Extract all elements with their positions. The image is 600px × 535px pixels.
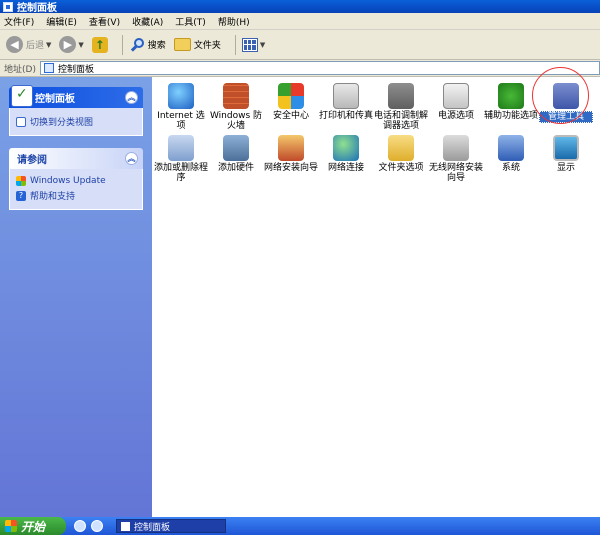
add-hardware-icon bbox=[223, 135, 249, 161]
switch-to-category-view-link[interactable]: 切换到分类视图 bbox=[16, 115, 136, 128]
forward-button[interactable]: ▶ ▼ bbox=[59, 36, 84, 53]
switch-view-icon bbox=[16, 116, 26, 127]
up-folder-icon: ↑ bbox=[91, 36, 108, 53]
menu-view[interactable]: 查看(V) bbox=[89, 15, 120, 28]
menu-favorites[interactable]: 收藏(A) bbox=[132, 15, 163, 28]
windows-update-icon bbox=[16, 176, 26, 186]
toolbar: ◀ 后退 ▼ ▶ ▼ ↑ 搜索 文件夹 ▼ bbox=[0, 30, 600, 60]
add-remove-programs-icon bbox=[168, 135, 194, 161]
item-network-setup-wizard[interactable]: 网络安装向导 bbox=[264, 135, 318, 173]
chevron-down-icon[interactable]: ▼ bbox=[46, 41, 51, 49]
item-security-center[interactable]: 安全中心 bbox=[264, 83, 318, 121]
internet-explorer-icon[interactable] bbox=[74, 520, 86, 532]
back-button[interactable]: ◀ 后退 ▼ bbox=[6, 36, 51, 53]
collapse-icon[interactable]: ︽ bbox=[125, 91, 138, 104]
folder-icon bbox=[173, 38, 191, 51]
control-panel-items: Internet 选项 Windows 防火墙 安全中心 打印机和传真 电话和调… bbox=[152, 77, 600, 517]
item-windows-firewall[interactable]: Windows 防火墙 bbox=[209, 83, 263, 131]
security-center-icon bbox=[278, 83, 304, 109]
views-button[interactable]: ▼ bbox=[241, 37, 265, 52]
display-icon bbox=[553, 135, 579, 161]
menu-edit[interactable]: 编辑(E) bbox=[46, 15, 77, 28]
see-also-panel: 请参阅 ︽ Windows Update ? 帮助和支持 bbox=[9, 148, 143, 210]
show-desktop-icon[interactable] bbox=[91, 520, 103, 532]
item-accessibility[interactable]: 辅助功能选项 bbox=[484, 83, 538, 121]
system-icon bbox=[498, 135, 524, 161]
network-connections-icon bbox=[333, 135, 359, 161]
start-button[interactable]: 开始 bbox=[0, 517, 66, 535]
address-label: 地址(D) bbox=[4, 64, 36, 75]
quick-launch bbox=[74, 520, 108, 532]
highlight-ring bbox=[532, 67, 589, 124]
control-panel-icon bbox=[3, 1, 13, 12]
control-panel-icon bbox=[11, 85, 33, 107]
folders-button[interactable]: 文件夹 bbox=[173, 38, 221, 51]
wireless-wizard-icon bbox=[443, 135, 469, 161]
item-add-hardware[interactable]: 添加硬件 bbox=[209, 135, 263, 173]
toolbar-separator bbox=[234, 34, 236, 55]
search-icon bbox=[129, 37, 145, 53]
item-system[interactable]: 系统 bbox=[484, 135, 538, 173]
internet-options-icon bbox=[168, 83, 194, 109]
menu-file[interactable]: 文件(F) bbox=[4, 15, 34, 28]
item-display[interactable]: 显示 bbox=[539, 135, 593, 173]
title-bar: 控制面板 bbox=[0, 0, 600, 14]
toolbar-separator bbox=[121, 34, 123, 55]
printer-icon bbox=[333, 83, 359, 109]
task-pane: 控制面板 ︽ 切换到分类视图 请参阅 ︽ Windows Update ? 帮助… bbox=[0, 77, 152, 517]
firewall-icon bbox=[223, 83, 249, 109]
windows-logo-icon bbox=[5, 520, 17, 532]
taskbar-item-control-panel[interactable]: 控制面板 bbox=[116, 519, 226, 533]
panel-body: 切换到分类视图 bbox=[9, 108, 143, 136]
item-folder-options[interactable]: 文件夹选项 bbox=[374, 135, 428, 173]
power-options-icon bbox=[443, 83, 469, 109]
forward-arrow-icon: ▶ bbox=[59, 36, 77, 53]
up-button[interactable]: ↑ bbox=[91, 36, 108, 53]
search-button[interactable]: 搜索 bbox=[129, 37, 166, 53]
item-phone-modem[interactable]: 电话和调制解调器选项 bbox=[374, 83, 428, 131]
folder-options-icon bbox=[388, 135, 414, 161]
item-printers-faxes[interactable]: 打印机和传真 bbox=[319, 83, 373, 121]
control-panel-icon bbox=[43, 63, 54, 73]
address-bar: 地址(D) 控制面板 bbox=[0, 60, 600, 77]
menu-bar: 文件(F) 编辑(E) 查看(V) 收藏(A) 工具(T) 帮助(H) bbox=[0, 13, 600, 30]
views-grid-icon bbox=[241, 37, 258, 52]
panel-body: Windows Update ? 帮助和支持 bbox=[9, 169, 143, 210]
chevron-down-icon[interactable]: ▼ bbox=[78, 41, 83, 49]
item-network-connections[interactable]: 网络连接 bbox=[319, 135, 373, 173]
control-panel-panel: 控制面板 ︽ 切换到分类视图 bbox=[9, 85, 143, 136]
taskbar: 开始 控制面板 bbox=[0, 517, 600, 535]
menu-tools[interactable]: 工具(T) bbox=[175, 15, 206, 28]
window-title: 控制面板 bbox=[17, 3, 57, 14]
back-arrow-icon: ◀ bbox=[6, 36, 23, 53]
collapse-icon[interactable]: ︽ bbox=[125, 152, 138, 165]
network-setup-wizard-icon bbox=[278, 135, 304, 161]
chevron-down-icon[interactable]: ▼ bbox=[260, 41, 265, 49]
address-input[interactable]: 控制面板 bbox=[39, 61, 600, 75]
help-icon: ? bbox=[16, 190, 26, 201]
item-power-options[interactable]: 电源选项 bbox=[429, 83, 483, 121]
panel-header[interactable]: 控制面板 ︽ bbox=[9, 85, 143, 108]
item-add-remove-programs[interactable]: 添加或删除程序 bbox=[154, 135, 208, 183]
windows-update-link[interactable]: Windows Update bbox=[16, 176, 136, 186]
help-support-link[interactable]: ? 帮助和支持 bbox=[16, 189, 136, 202]
item-internet-options[interactable]: Internet 选项 bbox=[154, 83, 208, 131]
item-wireless-wizard[interactable]: 无线网络安装向导 bbox=[429, 135, 483, 183]
phone-modem-icon bbox=[388, 83, 414, 109]
accessibility-icon bbox=[498, 83, 524, 109]
control-panel-icon bbox=[121, 521, 130, 531]
panel-header[interactable]: 请参阅 ︽ bbox=[9, 148, 143, 169]
menu-help[interactable]: 帮助(H) bbox=[218, 15, 250, 28]
